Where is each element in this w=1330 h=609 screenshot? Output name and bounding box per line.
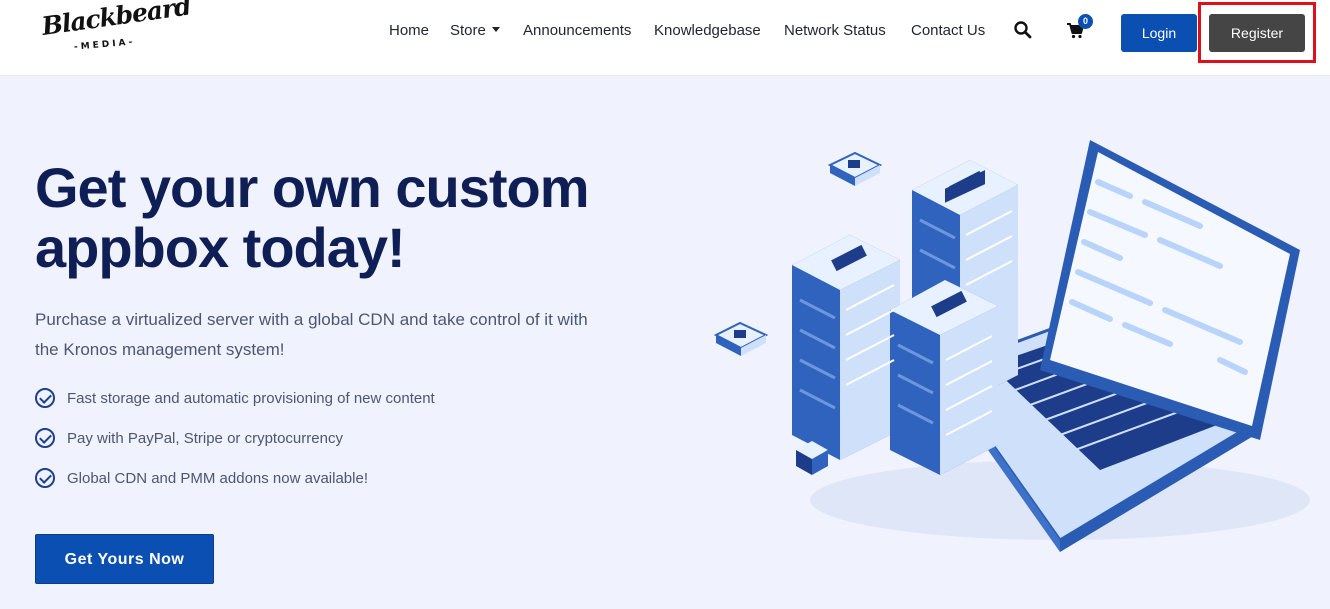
caret-down-icon: [491, 27, 500, 32]
server-rack-illustration: [792, 160, 1018, 475]
nav-home[interactable]: Home: [389, 22, 429, 39]
nav-network-status[interactable]: Network Status: [784, 22, 886, 39]
server-laptop-illustration: [713, 140, 1310, 552]
nav-store[interactable]: Store: [450, 22, 500, 39]
brand-logo-script: Blackbeard: [39, 0, 193, 41]
nav-announcements[interactable]: Announcements: [523, 22, 631, 39]
hero-description-line-1: Purchase a virtualized server with a glo…: [35, 310, 588, 329]
feature-text: Global CDN and PMM addons now available!: [67, 469, 368, 487]
nav-knowledgebase[interactable]: Knowledgebase: [654, 22, 761, 39]
feature-item: Pay with PayPal, Stripe or cryptocurrenc…: [35, 426, 435, 450]
hero-description-line-2: the Kronos management system!: [35, 340, 285, 359]
nav-contact-us[interactable]: Contact Us: [911, 22, 985, 39]
feature-item: Fast storage and automatic provisioning …: [35, 386, 435, 410]
feature-text: Pay with PayPal, Stripe or cryptocurrenc…: [67, 429, 343, 447]
feature-list: Fast storage and automatic provisioning …: [35, 386, 435, 506]
hero-title-line-2: appbox today!: [35, 216, 406, 279]
login-button[interactable]: Login: [1121, 14, 1197, 52]
brand-logo[interactable]: Blackbeard -MEDIA-: [40, 0, 192, 56]
hero-title-line-1: Get your own custom: [35, 156, 589, 219]
hero-title: Get your own custom appbox today!: [35, 158, 675, 278]
check-circle-icon: [35, 428, 55, 448]
cart-button[interactable]: 0: [1066, 14, 1093, 42]
register-button[interactable]: Register: [1209, 14, 1305, 52]
top-navbar: Blackbeard -MEDIA- Home Store Announceme…: [0, 0, 1330, 76]
search-icon[interactable]: [1013, 20, 1035, 42]
get-yours-now-button[interactable]: Get Yours Now: [35, 534, 214, 584]
check-circle-icon: [35, 388, 55, 408]
feature-item: Global CDN and PMM addons now available!: [35, 466, 435, 490]
cart-count-badge: 0: [1078, 14, 1093, 29]
brand-logo-subtitle: -MEDIA-: [73, 37, 136, 53]
hero-description: Purchase a virtualized server with a glo…: [35, 305, 635, 365]
feature-text: Fast storage and automatic provisioning …: [67, 389, 435, 407]
check-circle-icon: [35, 468, 55, 488]
nav-store-label: Store: [450, 22, 486, 39]
